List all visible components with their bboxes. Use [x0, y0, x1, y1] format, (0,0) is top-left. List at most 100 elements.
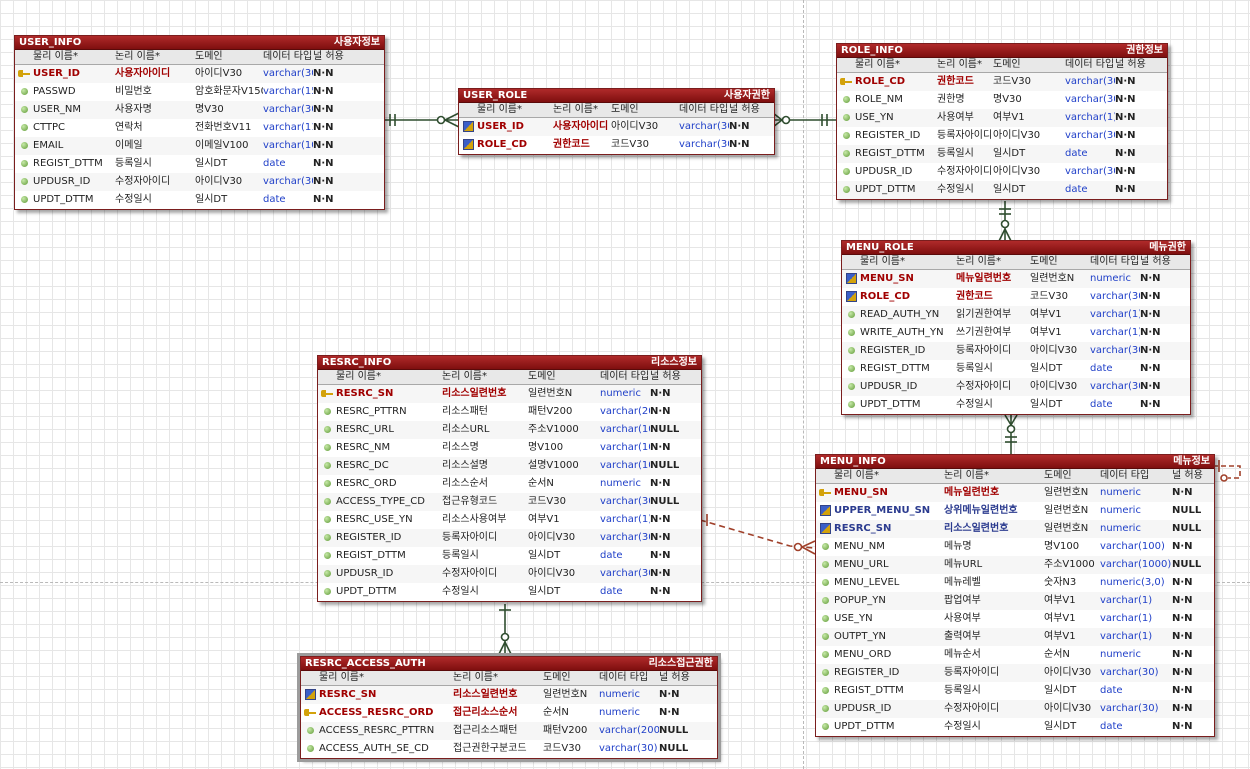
column-data-type: date	[1100, 685, 1123, 696]
column-row-read-auth-yn[interactable]: READ_AUTH_YN 읽기권한여부 여부V1 varchar(1) N·N	[842, 306, 1190, 324]
column-row-regist-dttm[interactable]: REGIST_DTTM 등록일시 일시DT date N·N	[318, 547, 701, 565]
column-row-user-id[interactable]: USER_ID사용자아이디아이디V30varchar(30)N·N	[459, 118, 774, 136]
column-physical-name: RESRC_SN	[319, 689, 377, 700]
column-row-popup-yn[interactable]: POPUP_YN 팝업여부 여부V1 varchar(1) N·N	[816, 592, 1214, 610]
column-row-updusr-id[interactable]: UPDUSR_ID수정자아이디아이디V30varchar(30)N·N	[842, 378, 1190, 396]
rel-menu-info-self[interactable]	[1213, 460, 1241, 482]
column-row-access-resrc-pttrn[interactable]: ACCESS_RESRC_PTTRN 접근리소스패턴 패턴V200 varchar(2…	[301, 722, 717, 740]
column-row-menu-level[interactable]: MENU_LEVEL 메뉴레벨 숫자N3 numeric(3,0) N·N	[816, 574, 1214, 592]
column-row-menu-sn[interactable]: MENU_SN 메뉴일련번호 일련번호N numeric N·N	[816, 484, 1214, 502]
column-icon	[15, 101, 33, 119]
column-row-updt-dttm[interactable]: UPDT_DTTM 수정일시 일시DT date N·N	[318, 583, 701, 601]
rel-role-info-menu-role[interactable]	[998, 201, 1012, 242]
column-row-use-yn[interactable]: USE_YN 사용여부 여부V1 varchar(1) N·N	[816, 610, 1214, 628]
column-row-resrc-ord[interactable]: RESRC_ORD 리소스순서 순서N numeric N·N	[318, 475, 701, 493]
column-domain: 여부V1	[1044, 631, 1076, 642]
header-icon-spacer	[842, 255, 860, 269]
column-icon	[842, 306, 860, 324]
column-logical-name: 사용자아이디	[553, 121, 609, 132]
column-row-resrc-sn[interactable]: RESRC_SN 리소스일련번호 일련번호N numeric N·N	[318, 385, 701, 403]
column-row-role-cd[interactable]: ROLE_CD 권한코드 코드V30 varchar(30)N·N	[837, 73, 1167, 91]
column-row-resrc-url[interactable]: RESRC_URL 리소스URL 주소V1000 varchar(1000)NULL	[318, 421, 701, 439]
column-row-updt-dttm[interactable]: UPDT_DTTM 수정일시 일시DT date N·N	[816, 718, 1214, 736]
column-row-access-type-cd[interactable]: ACCESS_TYPE_CD 접근유형코드 코드V30 varchar(30)NULL	[318, 493, 701, 511]
table-body: USER_ID사용자아이디아이디V30varchar(30)N·NPASSWD비…	[15, 65, 384, 209]
column-row-user-nm[interactable]: USER_NM 사용자명 명V30 varchar(30)N·N	[15, 101, 384, 119]
rel-resrc-info-menu-info[interactable]	[699, 514, 816, 555]
column-logical-name: 등록자아이디	[956, 345, 1012, 356]
column-domain: 아이디V30	[1030, 381, 1078, 392]
column-row-resrc-dc[interactable]: RESRC_DC 리소스설명 설명V1000 varchar(1000)NULL	[318, 457, 701, 475]
column-data-type: varchar(30)	[1100, 703, 1159, 714]
rel-user-info-user-role[interactable]	[383, 112, 460, 128]
column-row-resrc-sn[interactable]: RESRC_SN 리소스일련번호 일련번호N numeric NULL	[816, 520, 1214, 538]
column-data-type: varchar(30)	[600, 568, 650, 579]
column-row-register-id[interactable]: REGISTER_ID등록자아이디아이디V30varchar(30)N·N	[318, 529, 701, 547]
column-nullable: N·N	[1115, 94, 1136, 105]
column-row-resrc-nm[interactable]: RESRC_NM 리소스명 명V100 varchar(100)N·N	[318, 439, 701, 457]
column-dot-icon	[20, 195, 28, 203]
column-row-regist-dttm[interactable]: REGIST_DTTM 등록일시 일시DT date N·N	[816, 682, 1214, 700]
column-row-passwd[interactable]: PASSWD 비밀번호 암호화문자V150varchar(150)N·N	[15, 83, 384, 101]
column-row-regist-dttm[interactable]: REGIST_DTTM 등록일시 일시DT date N·N	[837, 145, 1167, 163]
column-row-cttpc[interactable]: CTTPC 연락처 전화번호V11 varchar(11)N·N	[15, 119, 384, 137]
table-resrc-info[interactable]: RESRC_INFO 리소스정보 물리 이름* 논리 이름* 도메인 데이터 타입 널 허용…	[317, 355, 702, 602]
column-logical-name: 사용여부	[937, 112, 974, 123]
table-menu-info[interactable]: MENU_INFO 메뉴정보 물리 이름* 논리 이름* 도메인 데이터 타입 널 허용 ME…	[815, 454, 1215, 737]
column-domain: 여부V1	[1044, 613, 1076, 624]
column-row-user-id[interactable]: USER_ID사용자아이디아이디V30varchar(30)N·N	[15, 65, 384, 83]
column-data-type: varchar(1)	[600, 514, 650, 525]
column-row-use-yn[interactable]: USE_YN 사용여부 여부V1 varchar(1) N·N	[837, 109, 1167, 127]
rel-menu-info-menu-role[interactable]	[1004, 414, 1018, 454]
table-role-info[interactable]: ROLE_INFO 권한정보 물리 이름* 논리 이름* 도메인 데이터 타입 널 허용 RO…	[836, 43, 1168, 200]
column-row-role-nm[interactable]: ROLE_NM 권한명 명V30 varchar(30)N·N	[837, 91, 1167, 109]
column-row-updusr-id[interactable]: UPDUSR_ID수정자아이디아이디V30varchar(30)N·N	[837, 163, 1167, 181]
column-icon	[816, 556, 834, 574]
table-resrc-access-auth[interactable]: RESRC_ACCESS_AUTH 리소스접근권한 물리 이름* 논리 이름* 도메인 데…	[297, 653, 721, 762]
column-row-updt-dttm[interactable]: UPDT_DTTM 수정일시 일시DT date N·N	[15, 191, 384, 209]
column-row-menu-url[interactable]: MENU_URL 메뉴URL 주소V1000 varchar(1000) NULL	[816, 556, 1214, 574]
column-row-email[interactable]: EMAIL 이메일 이메일V100 varchar(100)N·N	[15, 137, 384, 155]
column-domain: 일시DT	[195, 194, 228, 205]
column-row-access-resrc-ord[interactable]: ACCESS_RESRC_ORD 접근리소스순서 순서N numeric N·N	[301, 704, 717, 722]
column-physical-name: ACCESS_TYPE_CD	[336, 496, 425, 507]
table-user-role[interactable]: USER_ROLE 사용자권한 물리 이름* 논리 이름* 도메인 데이터 타입 널 허용 U…	[458, 88, 775, 155]
column-row-updt-dttm[interactable]: UPDT_DTTM 수정일시 일시DT date N·N	[837, 181, 1167, 199]
column-logical-name: 권한코드	[553, 139, 590, 150]
rel-user-role-role-info[interactable]	[772, 112, 837, 128]
rel-resrc-info-resrc-access-auth[interactable]	[498, 604, 512, 655]
column-data-type: date	[263, 194, 286, 205]
column-row-resrc-pttrn[interactable]: RESRC_PTTRN 리소스패턴 패턴V200 varchar(200)N·N	[318, 403, 701, 421]
column-nullable: N·N	[313, 86, 334, 97]
column-domain: 일시DT	[993, 148, 1026, 159]
column-dot-icon	[323, 551, 331, 559]
column-row-menu-ord[interactable]: MENU_ORD 메뉴순서 순서N numeric N·N	[816, 646, 1214, 664]
column-row-updusr-id[interactable]: UPDUSR_ID수정자아이디아이디V30varchar(30)N·N	[816, 700, 1214, 718]
table-menu-role[interactable]: MENU_ROLE 메뉴권한 물리 이름* 논리 이름* 도메인 데이터 타입 널 허용 ME…	[841, 240, 1191, 415]
column-row-register-id[interactable]: REGISTER_ID등록자아이디아이디V30varchar(30)N·N	[816, 664, 1214, 682]
column-row-register-id[interactable]: REGISTER_ID등록자아이디아이디V30varchar(30)N·N	[837, 127, 1167, 145]
table-user-info[interactable]: USER_INFO 사용자정보 물리 이름* 논리 이름* 도메인 데이터 타입 널 허용 U…	[14, 35, 385, 210]
column-row-updt-dttm[interactable]: UPDT_DTTM 수정일시 일시DT date N·N	[842, 396, 1190, 414]
column-row-role-cd[interactable]: ROLE_CD 권한코드 코드V30 varchar(30)N·N	[842, 288, 1190, 306]
column-dot-icon	[821, 632, 829, 640]
column-row-upper-menu-sn[interactable]: UPPER_MENU_SN 상위메뉴일련번호 일련번호N numeric NULL	[816, 502, 1214, 520]
foreign-key-icon	[462, 138, 474, 150]
column-logical-name: 수정일시	[956, 399, 993, 410]
column-row-role-cd[interactable]: ROLE_CD 권한코드 코드V30 varchar(30)N·N	[459, 136, 774, 154]
column-row-regist-dttm[interactable]: REGIST_DTTM 등록일시 일시DT date N·N	[842, 360, 1190, 378]
table-body: RESRC_SN 리소스일련번호 일련번호N numeric N·N ACCESS_RES…	[301, 686, 717, 758]
column-data-type: varchar(1)	[1100, 631, 1153, 642]
column-row-menu-sn[interactable]: MENU_SN 메뉴일련번호 일련번호N numeric N·N	[842, 270, 1190, 288]
column-row-updusr-id[interactable]: UPDUSR_ID수정자아이디아이디V30varchar(30)N·N	[15, 173, 384, 191]
column-physical-name: UPDT_DTTM	[860, 399, 921, 410]
column-row-register-id[interactable]: REGISTER_ID등록자아이디아이디V30varchar(30)N·N	[842, 342, 1190, 360]
column-row-resrc-sn[interactable]: RESRC_SN 리소스일련번호 일련번호N numeric N·N	[301, 686, 717, 704]
column-row-menu-nm[interactable]: MENU_NM 메뉴명 명V100 varchar(100) N·N	[816, 538, 1214, 556]
column-row-updusr-id[interactable]: UPDUSR_ID수정자아이디아이디V30varchar(30)N·N	[318, 565, 701, 583]
column-row-regist-dttm[interactable]: REGIST_DTTM 등록일시 일시DT date N·N	[15, 155, 384, 173]
column-row-outpt-yn[interactable]: OUTPT_YN 출력여부 여부V1 varchar(1) N·N	[816, 628, 1214, 646]
column-row-access-auth-se-cd[interactable]: ACCESS_AUTH_SE_CD 접근권한구분코드 코드V30 varchar(30…	[301, 740, 717, 758]
column-row-write-auth-yn[interactable]: WRITE_AUTH_YN 쓰기권한여부 여부V1 varchar(1) N·N	[842, 324, 1190, 342]
column-row-resrc-use-yn[interactable]: RESRC_USE_YN 리소스사용여부 여부V1 varchar(1) N·N	[318, 511, 701, 529]
